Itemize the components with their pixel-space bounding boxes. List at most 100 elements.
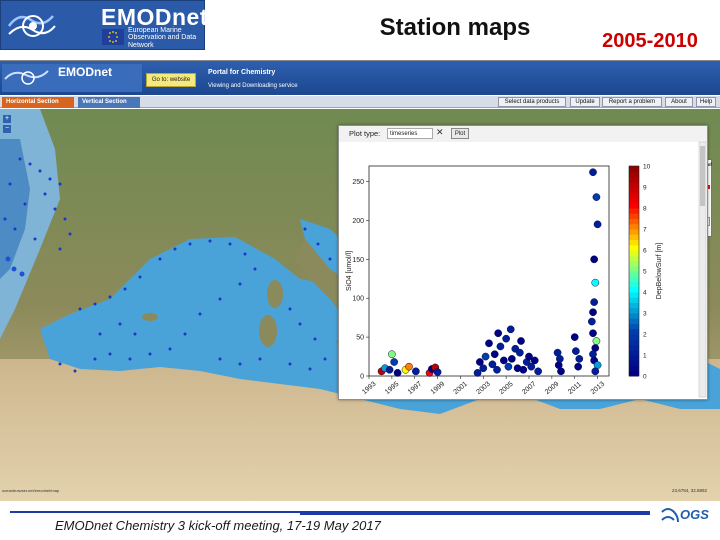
data-point [590, 255, 598, 264]
data-point [516, 348, 524, 357]
data-point [479, 364, 488, 373]
colorbar-segment [629, 250, 639, 256]
x-tick-label: 2007 [521, 381, 538, 396]
update-button[interactable]: Update [570, 97, 600, 107]
colorbar-segment [629, 307, 639, 314]
data-point [500, 356, 508, 365]
zoom-out-button[interactable]: − [3, 125, 11, 133]
colorbar-segment [629, 281, 639, 288]
data-point [574, 362, 582, 371]
colorbar-tick-label: 9 [643, 185, 647, 192]
footer-rule-secondary [300, 513, 650, 515]
slide-title: Station maps [379, 14, 531, 41]
data-point [496, 342, 505, 351]
colorbar-segment [629, 271, 639, 277]
year-range: 2005-2010 [602, 30, 698, 52]
go-to-website-button[interactable]: Go to: website [146, 73, 196, 87]
colorbar-tick-label: 4 [643, 290, 647, 297]
portal-globe-icon [4, 70, 49, 85]
y-axis-label: SiO4 [umol/l] [346, 251, 353, 291]
data-point [593, 220, 602, 229]
data-point [557, 367, 565, 376]
help-button[interactable]: Help [696, 97, 716, 107]
data-point [556, 355, 564, 363]
colorbar-segment [629, 197, 639, 204]
data-point [534, 367, 542, 376]
colorbar-tick-label: 7 [643, 227, 647, 234]
data-point [519, 365, 528, 374]
data-point [572, 347, 580, 355]
data-point [589, 308, 597, 317]
y-tick-label: 250 [352, 179, 364, 186]
data-point [485, 339, 493, 348]
data-point [517, 337, 525, 345]
x-tick-label: 2001 [453, 381, 470, 396]
tab-horizontal-section[interactable]: Horizontal Section [2, 97, 74, 108]
x-tick-label: 2005 [498, 381, 515, 396]
report-problem-button[interactable]: Report a problem [602, 97, 662, 107]
x-tick-label: 1995 [384, 381, 401, 396]
data-point [589, 329, 597, 338]
ogs-logo: OGS [660, 502, 712, 532]
data-point [405, 362, 413, 371]
portal-logo: EMODnet [2, 64, 142, 92]
y-tick-label: 100 [352, 296, 364, 303]
data-point [589, 350, 597, 359]
data-point [591, 367, 600, 376]
colorbar-segment [629, 187, 639, 193]
colorbar-segment [629, 208, 639, 214]
colorbar-segment [629, 234, 639, 240]
footer-text: EMODnet Chemistry 3 kick-off meeting, 17… [55, 518, 381, 533]
portal-subtitle: Viewing and Downloading service [208, 83, 298, 89]
y-tick-label: 200 [352, 218, 364, 225]
data-point [508, 355, 516, 363]
data-point [590, 298, 598, 306]
colorbar-segment [629, 255, 639, 261]
colorbar-segment [629, 244, 639, 251]
colorbar-tick-label: 8 [643, 206, 647, 213]
colorbar-segment [629, 297, 639, 303]
data-point [588, 317, 596, 326]
about-button[interactable]: About [665, 97, 693, 107]
eu-flag-icon [102, 29, 124, 45]
x-tick-label: 2003 [475, 381, 492, 396]
x-tick-label: 1997 [407, 381, 424, 396]
colorbar-segment [629, 276, 639, 282]
data-point [502, 334, 510, 343]
colorbar-segment [629, 260, 639, 267]
slide: EMODnet European Marine Observation and … [0, 0, 720, 540]
map-credit: oceanbrowser.net/emodnet/map [2, 488, 60, 493]
emodnet-logo: EMODnet European Marine Observation and … [0, 0, 208, 50]
tab-vertical-section[interactable]: Vertical Section [78, 97, 140, 108]
colorbar-tick-label: 5 [643, 269, 647, 276]
colorbar-segment [629, 239, 639, 246]
popup-scrollbar-thumb[interactable] [700, 146, 705, 206]
timeseries-chart: 0501001502002501993 1995 1997 1999 2001 2003 2… [346, 141, 707, 398]
select-data-products-button[interactable]: Select data products [498, 97, 566, 107]
colorbar-tick-label: 6 [643, 248, 647, 255]
colorbar-label: DepBelowSurf [m] [656, 243, 663, 299]
y-tick-label: 150 [352, 257, 364, 264]
colorbar-segment [629, 318, 639, 324]
colorbar-segment [629, 223, 639, 230]
x-tick-label: 2009 [544, 381, 561, 396]
colorbar-tick-label: 0 [643, 374, 647, 381]
data-point [388, 350, 396, 359]
data-point [390, 358, 398, 366]
colorbar-segment [629, 171, 639, 177]
zoom-in-button[interactable]: + [3, 115, 11, 123]
data-point [530, 356, 539, 365]
data-point [393, 369, 402, 377]
data-point [570, 333, 579, 341]
y-tick-label: 50 [356, 335, 364, 342]
colorbar-tick-label: 10 [643, 164, 651, 171]
data-point [433, 368, 442, 376]
data-point [385, 365, 394, 374]
colorbar-segment [629, 365, 639, 372]
colorbar-segment [629, 286, 639, 293]
colorbar-segment [629, 166, 639, 172]
colorbar-segment [629, 176, 639, 183]
data-point [490, 350, 499, 359]
x-tick-label: 1993 [361, 381, 378, 396]
data-point [591, 278, 600, 287]
